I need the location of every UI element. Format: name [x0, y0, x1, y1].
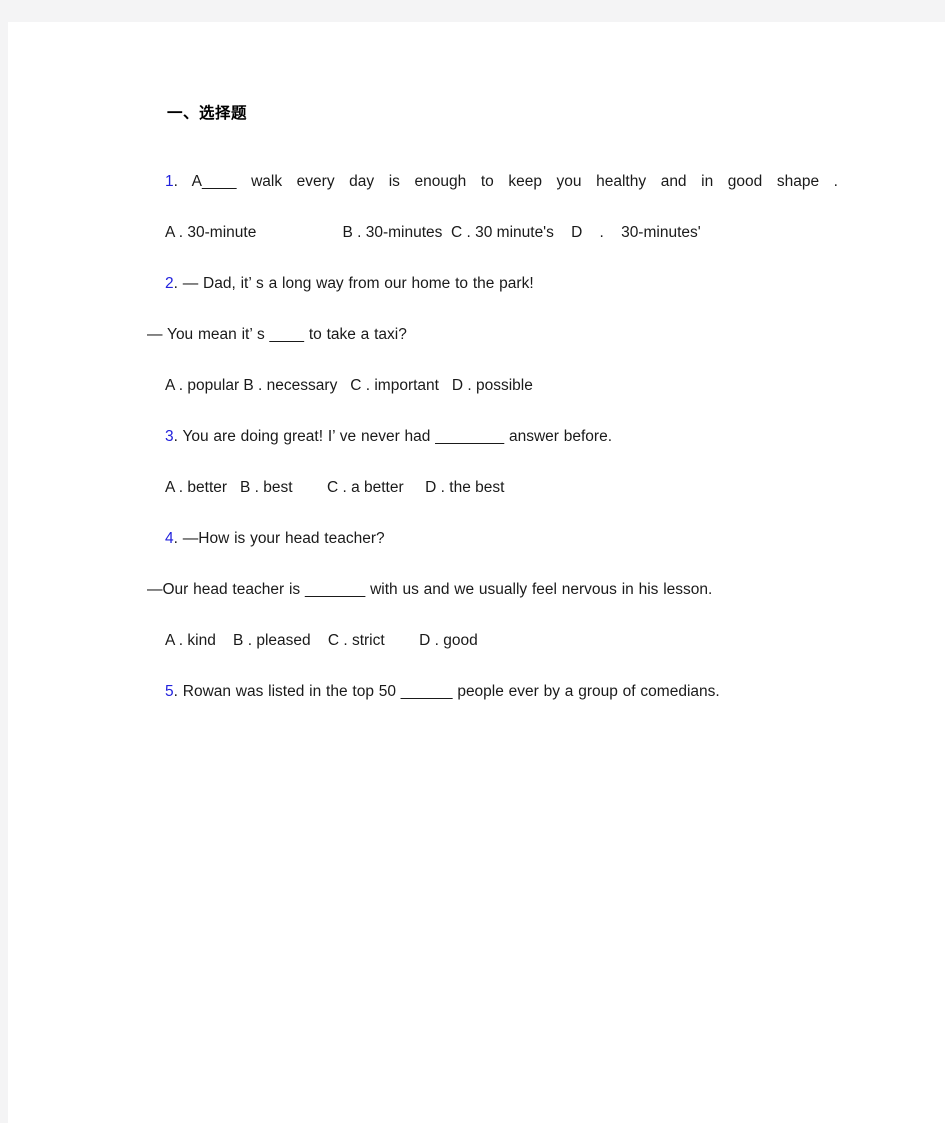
- question-4-options: A . kind B . pleased C . strict D . good: [165, 631, 478, 649]
- page-top-band: [0, 0, 945, 22]
- question-4-stem: 4. —How is your head teacher?: [127, 527, 838, 551]
- question-2-stem: 2. — Dad, it’ s a long way from our home…: [127, 272, 838, 296]
- question-2-stem-line-1: — Dad, it’ s a long way from our home to…: [182, 274, 534, 292]
- question-1-stem: 1. A____ walk every day is enough to kee…: [127, 170, 838, 194]
- question-5-stem-line-1: Rowan was listed in the top 50 ______ pe…: [182, 682, 720, 700]
- question-1-dot: .: [173, 172, 178, 190]
- question-block-2: 2. — Dad, it’ s a long way from our home…: [127, 272, 838, 398]
- question-5-number: 5: [165, 682, 174, 700]
- question-4-number: 4: [165, 529, 174, 547]
- question-3-number: 3: [165, 427, 174, 445]
- question-1-stem-line-1: A____ walk every day is enough to keep y…: [191, 172, 838, 190]
- question-2-number: 2: [165, 274, 174, 292]
- page-left-gutter-strip: [0, 22, 8, 1123]
- question-block-5: 5. Rowan was listed in the top 50 ______…: [127, 680, 838, 704]
- question-3-dot: .: [173, 427, 178, 445]
- section-heading: 一、选择题: [167, 105, 248, 122]
- question-2-options: A . popular B . necessary C . important …: [165, 376, 533, 394]
- question-3-stem: 3. You are doing great! I’ ve never had …: [127, 425, 838, 449]
- question-3-stem-line-1: You are doing great! I’ ve never had ___…: [182, 427, 613, 445]
- paper-sheet: 一、选择题 1. A____ walk every day is enough …: [8, 22, 945, 1123]
- question-1-number: 1: [165, 172, 174, 190]
- question-1-options: A . 30-minute B . 30-minutes C . 30 minu…: [165, 223, 701, 241]
- question-5-stem: 5. Rowan was listed in the top 50 ______…: [127, 680, 838, 704]
- question-3-options: A . better B . best C . a better D . the…: [165, 478, 505, 496]
- document-content: 一、选择题 1. A____ walk every day is enough …: [127, 105, 838, 731]
- question-block-1: 1. A____ walk every day is enough to kee…: [127, 170, 838, 245]
- document-page: 一、选择题 1. A____ walk every day is enough …: [0, 0, 945, 1123]
- question-4-dot: .: [173, 529, 178, 547]
- question-5-dot: .: [173, 682, 178, 700]
- question-block-3: 3. You are doing great! I’ ve never had …: [127, 425, 838, 500]
- question-2-stem-line-2-wrap: — You mean it’ s ____ to take a taxi?: [147, 325, 407, 343]
- question-2-dot: .: [173, 274, 178, 292]
- question-block-4: 4. —How is your head teacher? —Our head …: [127, 527, 838, 653]
- question-4-stem-line-1: —How is your head teacher?: [182, 529, 385, 547]
- question-4-stem-line-2-wrap: —Our head teacher is _______ with us and…: [147, 580, 713, 598]
